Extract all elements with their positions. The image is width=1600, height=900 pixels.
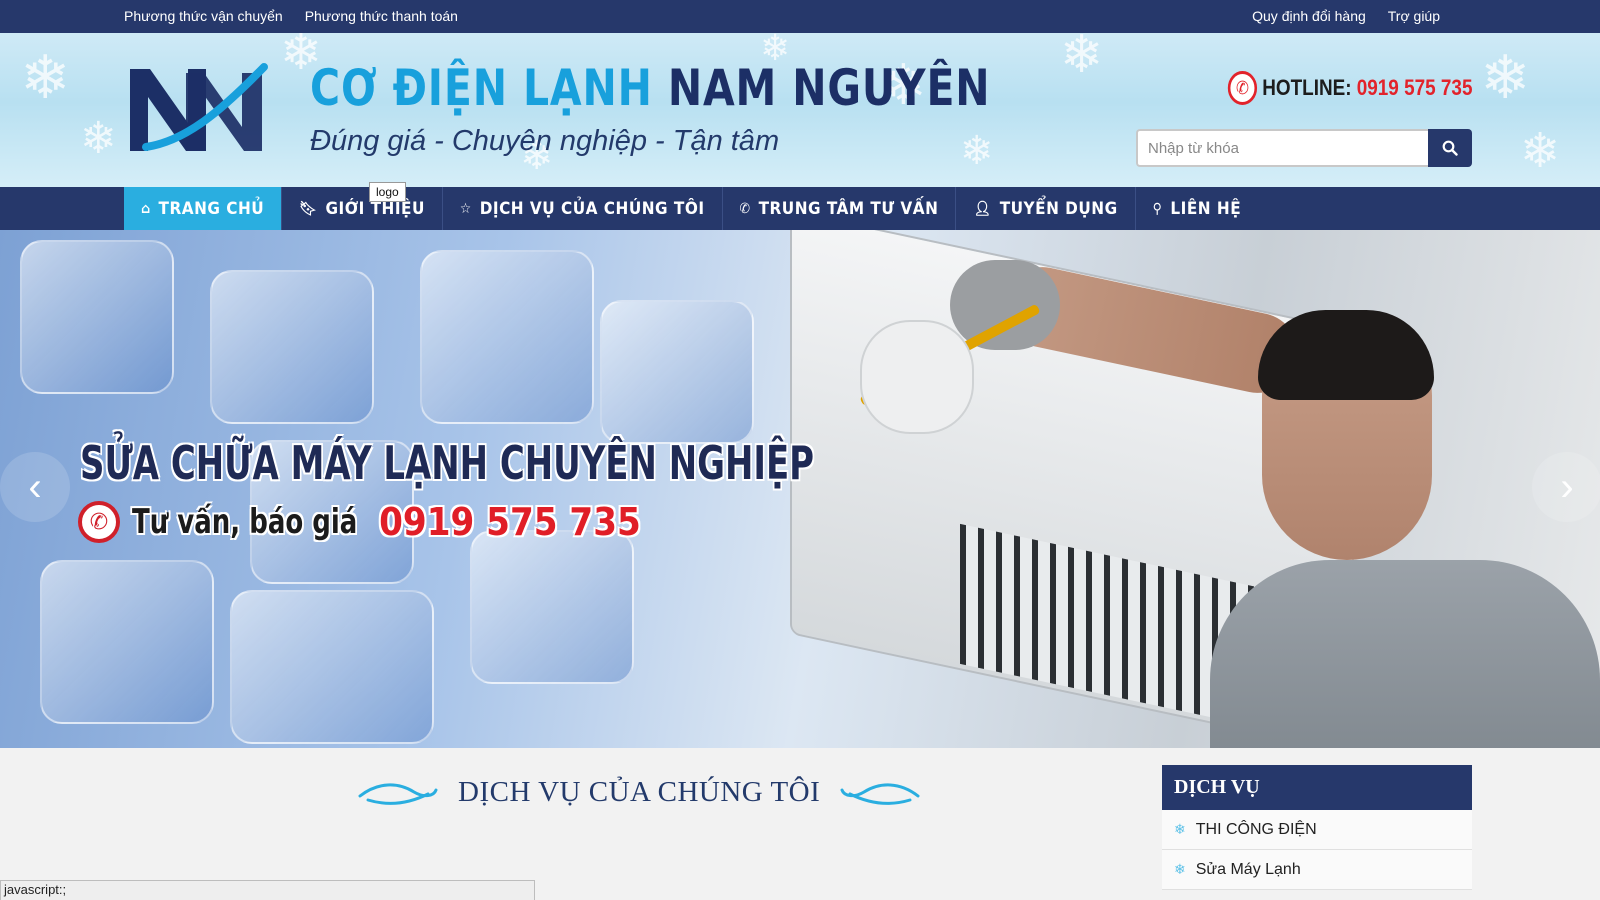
nav-item-label: LIÊN HỆ (1170, 198, 1242, 219)
ice-cube-decoration (600, 300, 754, 444)
phone-icon: ✆ (1227, 71, 1257, 105)
ice-cube-decoration (210, 270, 374, 424)
star-icon: ☆ (459, 200, 472, 217)
search-input[interactable] (1136, 129, 1428, 167)
browser-status-bar: javascript:; (0, 880, 535, 900)
ice-cube-decoration (470, 530, 634, 684)
technician-glove (950, 260, 1060, 350)
return-policy-link[interactable]: Quy định đổi hàng (1252, 8, 1366, 24)
snowflake-decoration: ❄ (20, 43, 71, 113)
snowflake-decoration: ❄ (960, 128, 994, 174)
swirl-ornament-icon (840, 783, 920, 805)
snowflake-decoration: ❄ (1480, 43, 1531, 113)
sidebar-item-label: Sửa Máy Lạnh (1195, 860, 1301, 878)
site-logo[interactable] (126, 61, 270, 161)
slide-headline: SỬA CHỮA MÁY LẠNH CHUYÊN NGHIỆP (80, 436, 815, 490)
phone-icon: ✆ (78, 501, 120, 543)
snowflake-decoration: ❄ (1520, 123, 1561, 179)
nav-item-about[interactable]: 🔖︎ GIỚI THIỆU (282, 187, 443, 230)
top-bar: Phương thức vận chuyển Phương thức thanh… (0, 0, 1600, 33)
user-add-icon: 👤︎ (973, 200, 992, 217)
snowflake-icon: ❄ (1174, 861, 1186, 877)
snowflake-decoration: ❄ (80, 113, 117, 164)
technician-hair (1258, 310, 1434, 400)
nav-item-label: DỊCH VỤ CỦA CHÚNG TÔI (479, 198, 705, 219)
nav-item-consulting[interactable]: ✆ TRUNG TÂM TƯ VẤN (723, 187, 957, 230)
hero-slider[interactable]: SỬA CHỮA MÁY LẠNH CHUYÊN NGHIỆP ✆ Tư vấn… (0, 230, 1600, 748)
help-link[interactable]: Trợ giúp (1388, 8, 1440, 24)
sidebar-item-ac-repair[interactable]: ❄ Sửa Máy Lạnh (1162, 850, 1472, 890)
chevron-right-icon: › (1560, 464, 1574, 509)
services-title: DỊCH VỤ CỦA CHÚNG TÔI (458, 776, 821, 808)
slide-consult-text: Tư vấn, báo giá (132, 502, 358, 542)
ice-cube-decoration (420, 250, 594, 424)
brand-title-primary: CƠ ĐIỆN LẠNH (310, 59, 653, 117)
payment-method-link[interactable]: Phương thức thanh toán (305, 8, 458, 24)
technician-glove (860, 320, 974, 434)
hotline: ✆ HOTLINE: 0919 575 735 (1227, 71, 1472, 105)
services-sidebar: DỊCH VỤ ❄ THI CÔNG ĐIỆN ❄ Sửa Máy Lạnh (1162, 765, 1472, 890)
search-button[interactable] (1428, 129, 1472, 167)
chevron-left-icon: ‹ (28, 464, 42, 509)
top-bar-left-links: Phương thức vận chuyển Phương thức thanh… (124, 8, 458, 24)
nav-item-label: TRANG CHỦ (158, 198, 265, 219)
nav-item-services[interactable]: ☆ DỊCH VỤ CỦA CHÚNG TÔI (443, 187, 723, 230)
map-marker-icon: ⚲ (1152, 200, 1163, 217)
ice-cube-decoration (20, 240, 174, 394)
search-form (1136, 129, 1472, 167)
slide-phone-number: 0919 575 735 (379, 500, 641, 544)
slider-prev-button[interactable]: ‹ (0, 452, 70, 522)
home-icon: ⌂ (141, 200, 151, 217)
sidebar-item-label: THI CÔNG ĐIỆN (1195, 820, 1317, 838)
slider-next-button[interactable]: › (1532, 452, 1600, 522)
main-nav: ⌂ TRANG CHỦ 🔖︎ GIỚI THIỆU ☆ DỊCH VỤ CỦA … (0, 187, 1600, 230)
shipping-method-link[interactable]: Phương thức vận chuyển (124, 8, 283, 24)
brand-title-secondary: NAM NGUYÊN (667, 59, 991, 117)
brand-tagline: Đúng giá - Chuyên nghiệp - Tận tâm (310, 125, 780, 157)
swirl-ornament-icon (358, 783, 438, 805)
hotline-label: HOTLINE: (1261, 75, 1352, 100)
phone-icon: ✆ (739, 200, 751, 217)
nav-item-label: TRUNG TÂM TƯ VẤN (758, 198, 939, 219)
ice-cube-decoration (230, 590, 434, 744)
search-icon (1442, 140, 1458, 156)
sidebar-item-electrical[interactable]: ❄ THI CÔNG ĐIỆN (1162, 810, 1472, 850)
slide-contact: ✆ Tư vấn, báo giá 0919 575 735 (78, 500, 641, 544)
nav-item-contact[interactable]: ⚲ LIÊN HỆ (1136, 187, 1259, 230)
snowflake-decoration: ❄ (1060, 33, 1104, 85)
hotline-number: 0919 575 735 (1356, 75, 1472, 100)
logo-tooltip: logo (369, 182, 406, 202)
nav-item-label: TUYỂN DỤNG (999, 198, 1118, 219)
top-bar-right-links: Quy định đổi hàng Trợ giúp (1252, 8, 1440, 24)
bookmark-icon: 🔖︎ (299, 200, 318, 217)
site-header: ❄ ❄ ❄ ❄ ❄ ❄ ❄ ❄ ❄ ❄ CƠ ĐIỆN LẠNH NAM NGU… (0, 33, 1600, 187)
snowflake-icon: ❄ (1174, 821, 1186, 837)
brand-title: CƠ ĐIỆN LẠNH NAM NGUYÊN (310, 59, 990, 117)
ice-cube-decoration (40, 560, 214, 724)
nav-item-home[interactable]: ⌂ TRANG CHỦ (124, 187, 283, 230)
technician-body (1210, 560, 1600, 748)
services-section-title: DỊCH VỤ CỦA CHÚNG TÔI (358, 776, 920, 809)
sidebar-heading: DỊCH VỤ (1162, 765, 1472, 810)
nav-item-recruitment[interactable]: 👤︎ TUYỂN DỤNG (956, 187, 1136, 230)
